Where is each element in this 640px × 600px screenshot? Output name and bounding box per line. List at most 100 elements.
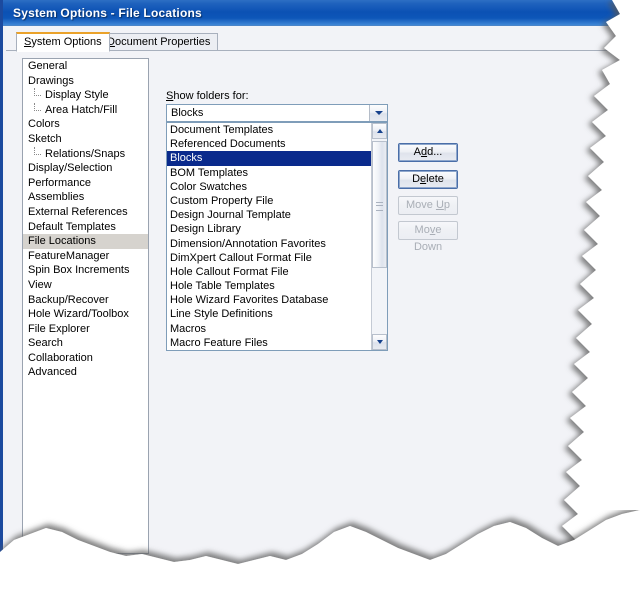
- chevron-up-icon[interactable]: [372, 123, 387, 139]
- list-item[interactable]: BOM Templates: [167, 166, 371, 180]
- dialog-body: System Options Document Properties Gener…: [6, 26, 636, 600]
- sidebar-item-label: Backup/Recover: [28, 293, 109, 306]
- list-item[interactable]: Design Journal Template: [167, 208, 371, 222]
- list-item-label: Dimension/Annotation Favorites: [170, 237, 326, 250]
- list-item-label: Line Style Definitions: [170, 308, 273, 321]
- move-up-button-label: p: [443, 199, 451, 211]
- sidebar-item-search[interactable]: Search: [23, 336, 148, 351]
- sidebar-item-label: External References: [28, 205, 128, 218]
- chevron-down-icon[interactable]: [372, 334, 387, 350]
- list-item-label: Custom Property File: [170, 194, 274, 207]
- dialog-title: System Options - File Locations: [13, 5, 202, 20]
- sidebar-item-relations-snaps[interactable]: Relations/Snaps: [23, 146, 148, 162]
- list-item[interactable]: DimXpert Callout Format File: [167, 251, 371, 265]
- list-item-label: Color Swatches: [170, 180, 248, 193]
- sidebar-item-label: File Locations: [28, 235, 96, 248]
- sidebar-item-advanced[interactable]: Advanced: [23, 365, 148, 380]
- tab-system-options[interactable]: System Options: [16, 32, 110, 52]
- listbox-vertical-scrollbar[interactable]: [371, 123, 387, 350]
- list-item[interactable]: Hole Table Templates: [167, 279, 371, 293]
- sidebar-item-backup-recover[interactable]: Backup/Recover: [23, 293, 148, 308]
- list-item-label: Referenced Documents: [170, 138, 286, 151]
- cancel-button[interactable]: [568, 596, 632, 600]
- sidebar-item-label: Relations/Snaps: [45, 147, 126, 160]
- sidebar-item-label: Colors: [28, 118, 60, 131]
- add-button[interactable]: Add...: [398, 143, 458, 162]
- sidebar-item-label: Sketch: [28, 132, 62, 145]
- list-item-label: DimXpert Callout Format File: [170, 251, 312, 264]
- list-item-label: Hole Callout Format File: [170, 265, 289, 278]
- sidebar-item-collaboration[interactable]: Collaboration: [23, 351, 148, 366]
- add-button-label: d...: [427, 146, 443, 158]
- list-item-label: Hole Table Templates: [170, 280, 275, 293]
- sidebar-item-label: Display Style: [45, 89, 109, 102]
- sidebar-item-area-hatch-fill[interactable]: Area Hatch/Fill: [23, 102, 148, 118]
- delete-button[interactable]: Delete: [398, 170, 458, 189]
- sidebar-item-label: Display/Selection: [28, 162, 113, 175]
- tab-strip: System Options Document Properties: [6, 32, 636, 52]
- list-item[interactable]: Macro Feature Files: [167, 336, 371, 350]
- sidebar-item-label: General: [28, 60, 68, 72]
- list-item-label: Design Library: [170, 223, 241, 236]
- sidebar-item-label: Assemblies: [28, 191, 85, 204]
- scrollbar-grip: [376, 201, 383, 211]
- sidebar-item-label: File Explorer: [28, 322, 90, 335]
- tab-document-properties-label: ocument Properties: [114, 36, 211, 48]
- sidebar-item-label: Hole Wizard/Toolbox: [28, 308, 129, 321]
- list-item[interactable]: Hole Wizard Favorites Database: [167, 293, 371, 307]
- move-down-button: Move Down: [398, 221, 458, 253]
- sidebar-item-display-style[interactable]: Display Style: [23, 88, 148, 103]
- sidebar-item-drawings[interactable]: Drawings: [23, 74, 148, 89]
- list-item[interactable]: Design Library: [167, 222, 371, 236]
- sidebar-item-colors[interactable]: Colors: [23, 117, 148, 132]
- show-folders-combobox[interactable]: Blocks: [166, 104, 388, 122]
- sidebar-item-label: Default Templates: [28, 220, 116, 233]
- sidebar-item-file-locations[interactable]: File Locations: [23, 234, 148, 249]
- options-category-tree[interactable]: General Drawings Display Style Area Hatch/F…: [22, 58, 149, 554]
- sidebar-item-general[interactable]: General: [23, 59, 148, 74]
- list-item-label: BOM Templates: [170, 166, 249, 179]
- list-item[interactable]: Blocks: [167, 151, 371, 166]
- reset-all-button[interactable]: Reset All: [55, 563, 117, 581]
- list-item[interactable]: Line Style Definitions: [167, 307, 371, 321]
- system-options-dialog: System Options - File Locations System O…: [0, 0, 636, 600]
- torn-paper-wrapper: System Options - File Locations System O…: [0, 0, 640, 600]
- list-item[interactable]: Macros: [167, 322, 371, 336]
- list-item[interactable]: Dimension/Annotation Favorites: [167, 237, 371, 251]
- list-item-label: Macros: [170, 322, 207, 335]
- sidebar-item-external-references[interactable]: External References: [23, 205, 148, 220]
- sidebar-item-label: Performance: [28, 176, 91, 189]
- sidebar-item-sketch[interactable]: Sketch: [23, 132, 148, 147]
- list-item[interactable]: Document Templates: [167, 123, 371, 137]
- sidebar-item-assemblies[interactable]: Assemblies: [23, 190, 148, 205]
- sidebar-item-label: Drawings: [28, 74, 74, 87]
- screenshot-canvas: System Options - File Locations System O…: [0, 0, 640, 600]
- footer-separator: [14, 586, 636, 587]
- folder-type-listbox[interactable]: Document Templates Referenced Documents Bl…: [166, 122, 388, 351]
- sidebar-item-file-explorer[interactable]: File Explorer: [23, 322, 148, 337]
- sidebar-item-label: View: [28, 278, 52, 291]
- sidebar-item-hole-wizard-toolbox[interactable]: Hole Wizard/Toolbox: [23, 307, 148, 322]
- tab-system-options-label: ystem Options: [31, 36, 102, 48]
- list-item[interactable]: Custom Property File: [167, 194, 371, 208]
- sidebar-item-view[interactable]: View: [23, 278, 148, 293]
- list-item[interactable]: Hole Callout Format File: [167, 265, 371, 279]
- sidebar-item-default-templates[interactable]: Default Templates: [23, 220, 148, 235]
- tab-document-properties[interactable]: Document Properties: [99, 33, 219, 51]
- sidebar-item-spin-box-increments[interactable]: Spin Box Increments: [23, 263, 148, 278]
- scrollbar-thumb[interactable]: [372, 141, 387, 268]
- sidebar-item-label: Area Hatch/Fill: [45, 103, 118, 116]
- reset-all-label: eset All: [72, 566, 108, 578]
- sidebar-item-featuremanager[interactable]: FeatureManager: [23, 249, 148, 264]
- list-item[interactable]: Referenced Documents: [167, 137, 371, 151]
- show-folders-label: Show folders for:: [166, 90, 249, 102]
- sidebar-item-label: Spin Box Increments: [28, 264, 130, 277]
- list-item-label: Macro Feature Files: [170, 336, 268, 349]
- chevron-down-icon[interactable]: [369, 105, 387, 121]
- sidebar-item-display-selection[interactable]: Display/Selection: [23, 161, 148, 176]
- combobox-selected-value: Blocks: [171, 107, 204, 119]
- list-item[interactable]: Color Swatches: [167, 180, 371, 194]
- sidebar-item-performance[interactable]: Performance: [23, 176, 148, 191]
- ok-button[interactable]: [498, 596, 562, 600]
- list-item-label: Blocks: [170, 152, 203, 165]
